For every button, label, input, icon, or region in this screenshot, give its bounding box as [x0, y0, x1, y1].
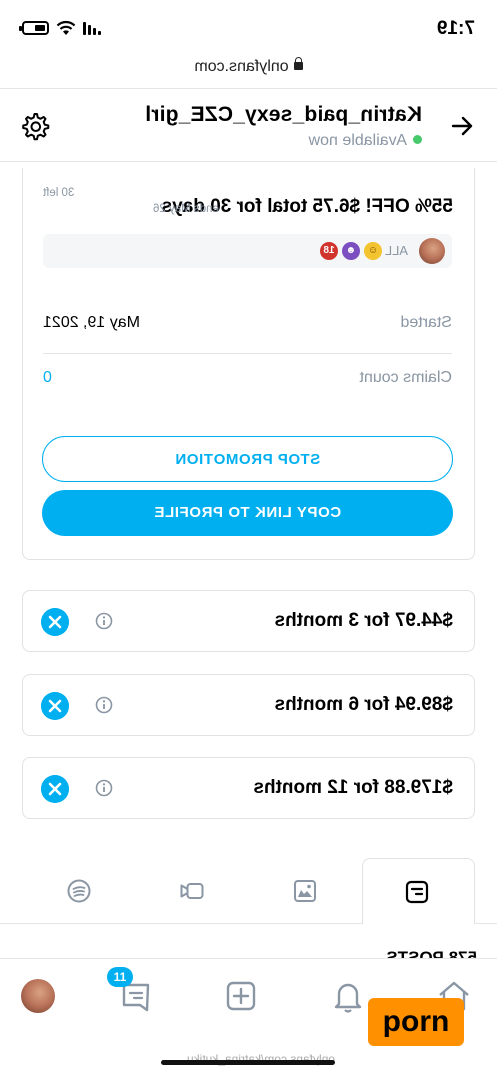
nav-messages[interactable]: 11 — [107, 967, 155, 1015]
add-icon — [226, 981, 256, 1011]
bell-icon — [334, 983, 362, 1013]
promotion-card: 55% OFF! $6.75 total for 30 days 30 left… — [22, 168, 475, 560]
bundle-label: $89.94 for 6 months — [274, 694, 453, 715]
divider — [43, 353, 452, 354]
bundle-label: $179.88 for 12 months — [253, 777, 453, 798]
lock-icon — [293, 62, 303, 70]
messages-badge: 11 — [107, 967, 133, 987]
browser-url-bar[interactable]: onlyfans.com — [0, 58, 497, 88]
cellular-signal-icon — [83, 21, 101, 35]
browser-url: onlyfans.com — [194, 58, 289, 75]
tab-photos[interactable] — [249, 858, 362, 924]
online-dot-icon — [413, 135, 422, 144]
bundle-row: $89.94 for 6 months — [22, 674, 475, 736]
bundle-label: $44.97 for 3 months — [274, 610, 453, 631]
nav-notifications[interactable] — [329, 977, 367, 1015]
bundle-row: $179.88 for 12 months — [22, 757, 475, 819]
info-icon[interactable] — [95, 696, 113, 714]
started-value: May 19, 2021 — [43, 314, 140, 331]
videos-icon — [180, 883, 204, 899]
profile-tabs — [0, 858, 497, 924]
audience-label: ALL — [384, 243, 408, 258]
battery-icon — [22, 21, 49, 35]
status-time: 7:19 — [436, 18, 475, 39]
promotion-audience: ALL ☺ ☻ 18 — [43, 234, 452, 268]
wifi-icon — [56, 20, 76, 35]
photos-icon — [294, 880, 316, 902]
avatar — [419, 238, 445, 264]
promotion-ends: ends May 26 — [153, 203, 219, 215]
avatar[interactable] — [21, 979, 55, 1013]
bundle-row: $44.97 for 3 months — [22, 590, 475, 652]
chat-user-name[interactable]: Katrin_paid_sexy_CZE_girl — [145, 103, 422, 127]
nav-add-post[interactable] — [222, 977, 260, 1015]
info-icon[interactable] — [95, 779, 113, 797]
online-status: Available now — [309, 132, 422, 150]
remove-bundle-icon[interactable] — [41, 775, 69, 803]
promotion-meta: 30 left ends May 26 — [43, 186, 219, 216]
online-status-text: Available now — [308, 132, 407, 149]
tab-videos[interactable] — [136, 858, 249, 924]
claims-label: Claims count — [359, 369, 452, 386]
posts-count-bar: 578 POSTS — [0, 924, 497, 960]
chat-header: Katrin_paid_sexy_CZE_girl Available now — [0, 88, 497, 162]
browser-footer: onlyfans.com/katrina_kutiku — [0, 1042, 497, 1077]
audio-icon — [67, 879, 91, 903]
mirrored-screen: 7:19 onlyfans.com Katrin_paid_sexy_CZE_g… — [0, 0, 497, 1077]
posts-icon — [405, 880, 429, 904]
started-label: Started — [400, 314, 452, 331]
info-icon[interactable] — [95, 612, 113, 630]
home-indicator — [161, 1060, 335, 1065]
gear-icon[interactable] — [22, 111, 52, 141]
status-bar: 7:19 — [0, 0, 497, 58]
watermark-logo: porn — [368, 998, 464, 1046]
shush-face-icon: ☺ — [364, 242, 382, 260]
claims-value: 0 — [43, 369, 52, 386]
smiling-devil-icon: ☻ — [342, 242, 360, 260]
age-18-icon: 18 — [320, 242, 338, 260]
promotion-left-count: 30 left — [43, 187, 75, 199]
remove-bundle-icon[interactable] — [41, 608, 69, 636]
tab-posts[interactable] — [362, 858, 475, 924]
stop-promotion-button[interactable]: STOP PROMOTION — [42, 436, 453, 482]
status-icons — [22, 20, 101, 36]
back-arrow-icon[interactable] — [449, 113, 475, 139]
tab-audio[interactable] — [23, 858, 136, 924]
copy-link-button[interactable]: COPY LINK TO PROFILE — [42, 490, 453, 536]
remove-bundle-icon[interactable] — [41, 692, 69, 720]
